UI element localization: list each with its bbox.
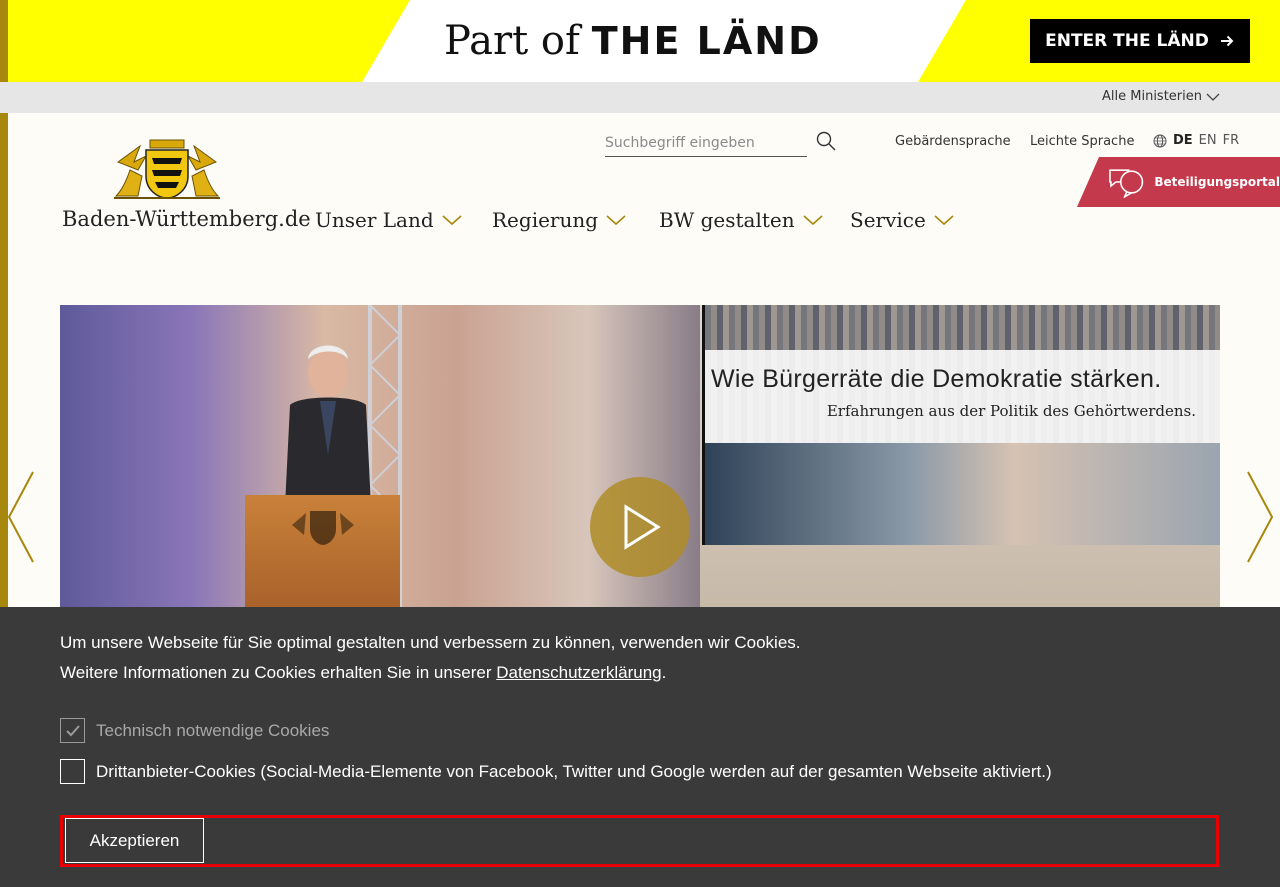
language-fr[interactable]: FR [1223, 133, 1240, 148]
cookie-text-suffix: . [661, 663, 667, 682]
nav-label: Service [850, 208, 926, 232]
slider-prev-arrow[interactable] [6, 470, 36, 564]
necessary-cookies-checkbox [60, 718, 85, 743]
nav-regierung[interactable]: Regierung [492, 208, 626, 232]
checkmark-icon [65, 724, 80, 736]
privacy-policy-link[interactable]: Datenschutzerklärung [496, 663, 661, 682]
necessary-cookies-label: Technisch notwendige Cookies [96, 721, 330, 740]
language-en[interactable]: EN [1199, 133, 1217, 148]
enter-the-land-label: ENTER THE LÄND [1045, 31, 1209, 51]
the-land-banner: Part of THE LÄND ENTER THE LÄND [0, 0, 1280, 82]
play-icon [624, 504, 661, 550]
banner-title: Part of THE LÄND [444, 18, 822, 68]
chevron-down-icon [606, 215, 626, 226]
screen-audience-closeup [705, 443, 1220, 545]
site-name[interactable]: Baden-Württemberg.de [62, 207, 311, 231]
nav-bw-gestalten[interactable]: BW gestalten [659, 208, 823, 232]
third-party-cookies-label[interactable]: Drittanbieter-Cookies (Social-Media-Elem… [96, 762, 1052, 782]
play-button[interactable] [590, 477, 690, 577]
nav-unser-land[interactable]: Unser Land [315, 208, 462, 232]
nav-service[interactable]: Service [850, 208, 954, 232]
cookie-text-prefix: Weitere Informationen zu Cookies erhalte… [60, 663, 497, 682]
beteiligungsportal-label: Beteiligungsportal [1154, 175, 1280, 189]
language-switcher: DE EN FR [1153, 133, 1239, 148]
chevron-down-icon [1206, 93, 1220, 101]
presentation-screen: Wie Bürgerräte die Demokratie stärken. E… [702, 305, 1220, 545]
screen-caption-band [705, 350, 1220, 443]
accept-cookies-button[interactable]: Akzeptieren [65, 818, 204, 863]
banner-the-land: THE LÄND [591, 19, 822, 63]
nav-label: Unser Land [315, 208, 434, 232]
chevron-down-icon [934, 215, 954, 226]
enter-the-land-button[interactable]: ENTER THE LÄND [1030, 19, 1250, 63]
screen-subtitle: Erfahrungen aus der Politik des Gehörtwe… [826, 402, 1196, 420]
chevron-down-icon [803, 215, 823, 226]
search-icon[interactable] [815, 130, 837, 152]
third-party-cookies-checkbox[interactable] [60, 759, 85, 784]
cookie-text-line2: Weitere Informationen zu Cookies erhalte… [60, 663, 666, 683]
accept-focus-outline [60, 815, 1219, 867]
nav-label: Regierung [492, 208, 599, 232]
cookie-text-line1: Um unsere Webseite für Sie optimal gesta… [60, 633, 801, 652]
chevron-down-icon [442, 215, 462, 226]
slider-next-arrow[interactable] [1245, 470, 1275, 564]
ministry-bar: Alle Ministerien [0, 82, 1280, 113]
lectern-crest-icon [292, 511, 354, 545]
all-ministries-label: Alle Ministerien [1102, 89, 1202, 104]
arrow-right-icon [1220, 35, 1234, 47]
all-ministries-dropdown[interactable]: Alle Ministerien [1102, 89, 1220, 104]
easy-language-link[interactable]: Leichte Sprache [1030, 134, 1134, 149]
nav-label: BW gestalten [659, 208, 795, 232]
search-input[interactable] [605, 130, 807, 157]
speech-bubbles-icon [1109, 169, 1144, 198]
sign-language-link[interactable]: Gebärdensprache [895, 134, 1011, 149]
banner-gold-edge [0, 0, 8, 82]
coat-of-arms-logo[interactable] [112, 136, 222, 200]
screen-title: Wie Bürgerräte die Demokratie stärken. [711, 365, 1162, 393]
beteiligungsportal-button[interactable]: Beteiligungsportal [1077, 157, 1280, 207]
language-de[interactable]: DE [1173, 133, 1193, 148]
globe-icon [1153, 134, 1167, 147]
banner-part-of: Part of [444, 18, 580, 64]
